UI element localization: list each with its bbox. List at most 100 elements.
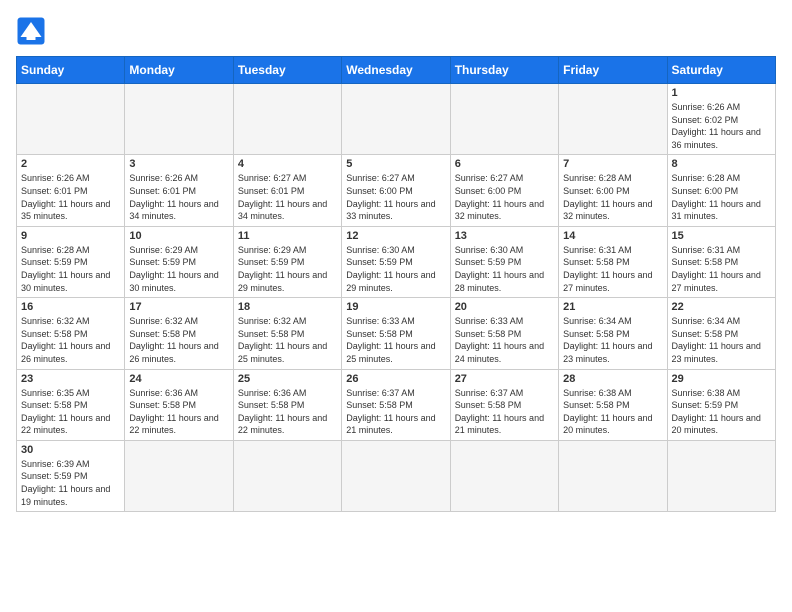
- day-info: Sunrise: 6:27 AM Sunset: 6:01 PM Dayligh…: [238, 172, 337, 222]
- calendar-cell: [233, 440, 341, 511]
- calendar-week-6: 30Sunrise: 6:39 AM Sunset: 5:59 PM Dayli…: [17, 440, 776, 511]
- calendar-cell: 2 Sunrise: 6:26 AM Sunset: 6:01 PM Daylig…: [17, 155, 125, 226]
- calendar-cell: [125, 440, 233, 511]
- day-number: 21: [563, 301, 662, 313]
- calendar-cell: 11 Sunrise: 6:29 AM Sunset: 5:59 PM Dayli…: [233, 226, 341, 297]
- calendar-cell: 19Sunrise: 6:33 AM Sunset: 5:58 PM Dayli…: [342, 298, 450, 369]
- column-header-wednesday: Wednesday: [342, 57, 450, 84]
- day-number: 24: [129, 373, 228, 385]
- day-info: Sunrise: 6:27 AM Sunset: 6:00 PM Dayligh…: [455, 172, 554, 222]
- calendar-cell: 13 Sunrise: 6:30 AM Sunset: 5:59 PM Dayli…: [450, 226, 558, 297]
- day-info: Sunrise: 6:33 AM Sunset: 5:58 PM Dayligh…: [455, 315, 554, 365]
- calendar-cell: 18Sunrise: 6:32 AM Sunset: 5:58 PM Dayli…: [233, 298, 341, 369]
- calendar-cell: [450, 84, 558, 155]
- calendar-cell: [450, 440, 558, 511]
- calendar-cell: 20 Sunrise: 6:33 AM Sunset: 5:58 PM Dayli…: [450, 298, 558, 369]
- day-info: Sunrise: 6:34 AM Sunset: 5:58 PM Dayligh…: [563, 315, 662, 365]
- calendar-table: SundayMondayTuesdayWednesdayThursdayFrid…: [16, 56, 776, 512]
- day-info: Sunrise: 6:27 AM Sunset: 6:00 PM Dayligh…: [346, 172, 445, 222]
- day-number: 9: [21, 230, 120, 242]
- day-info: Sunrise: 6:36 AM Sunset: 5:58 PM Dayligh…: [129, 387, 228, 437]
- day-number: 13: [455, 230, 554, 242]
- calendar-week-1: 1 Sunrise: 6:26 AM Sunset: 6:02 PM Daylig…: [17, 84, 776, 155]
- calendar-week-3: 9Sunrise: 6:28 AM Sunset: 5:59 PM Daylig…: [17, 226, 776, 297]
- day-number: 7: [563, 158, 662, 170]
- day-number: 1: [672, 87, 771, 99]
- column-header-sunday: Sunday: [17, 57, 125, 84]
- day-info: Sunrise: 6:26 AM Sunset: 6:02 PM Dayligh…: [672, 101, 771, 151]
- calendar-cell: 3 Sunrise: 6:26 AM Sunset: 6:01 PM Daylig…: [125, 155, 233, 226]
- calendar-cell: 24 Sunrise: 6:36 AM Sunset: 5:58 PM Dayli…: [125, 369, 233, 440]
- header: [16, 16, 776, 46]
- day-number: 15: [672, 230, 771, 242]
- day-info: Sunrise: 6:34 AM Sunset: 5:58 PM Dayligh…: [672, 315, 771, 365]
- day-info: Sunrise: 6:31 AM Sunset: 5:58 PM Dayligh…: [563, 244, 662, 294]
- calendar-cell: 22 Sunrise: 6:34 AM Sunset: 5:58 PM Dayli…: [667, 298, 775, 369]
- calendar-cell: 27 Sunrise: 6:37 AM Sunset: 5:58 PM Dayli…: [450, 369, 558, 440]
- calendar-cell: 26 Sunrise: 6:37 AM Sunset: 5:58 PM Dayli…: [342, 369, 450, 440]
- day-info: Sunrise: 6:31 AM Sunset: 5:58 PM Dayligh…: [672, 244, 771, 294]
- day-number: 22: [672, 301, 771, 313]
- calendar-cell: 4 Sunrise: 6:27 AM Sunset: 6:01 PM Daylig…: [233, 155, 341, 226]
- day-info: Sunrise: 6:26 AM Sunset: 6:01 PM Dayligh…: [21, 172, 120, 222]
- day-info: Sunrise: 6:30 AM Sunset: 5:59 PM Dayligh…: [455, 244, 554, 294]
- calendar-cell: 14 Sunrise: 6:31 AM Sunset: 5:58 PM Dayli…: [559, 226, 667, 297]
- day-info: Sunrise: 6:29 AM Sunset: 5:59 PM Dayligh…: [238, 244, 337, 294]
- column-header-friday: Friday: [559, 57, 667, 84]
- calendar-cell: [342, 84, 450, 155]
- calendar-cell: 12 Sunrise: 6:30 AM Sunset: 5:59 PM Dayli…: [342, 226, 450, 297]
- day-number: 6: [455, 158, 554, 170]
- calendar-cell: 15 Sunrise: 6:31 AM Sunset: 5:58 PM Dayli…: [667, 226, 775, 297]
- calendar-cell: 1 Sunrise: 6:26 AM Sunset: 6:02 PM Daylig…: [667, 84, 775, 155]
- day-number: 18: [238, 301, 337, 313]
- calendar-cell: 7Sunrise: 6:28 AM Sunset: 6:00 PM Daylig…: [559, 155, 667, 226]
- day-info: Sunrise: 6:38 AM Sunset: 5:59 PM Dayligh…: [672, 387, 771, 437]
- calendar-cell: 8 Sunrise: 6:28 AM Sunset: 6:00 PM Daylig…: [667, 155, 775, 226]
- day-info: Sunrise: 6:29 AM Sunset: 5:59 PM Dayligh…: [129, 244, 228, 294]
- calendar-cell: 9Sunrise: 6:28 AM Sunset: 5:59 PM Daylig…: [17, 226, 125, 297]
- day-number: 3: [129, 158, 228, 170]
- column-header-monday: Monday: [125, 57, 233, 84]
- day-number: 14: [563, 230, 662, 242]
- column-header-thursday: Thursday: [450, 57, 558, 84]
- day-number: 23: [21, 373, 120, 385]
- calendar-cell: 21 Sunrise: 6:34 AM Sunset: 5:58 PM Dayli…: [559, 298, 667, 369]
- calendar-week-5: 23 Sunrise: 6:35 AM Sunset: 5:58 PM Dayli…: [17, 369, 776, 440]
- logo-icon: [16, 16, 46, 46]
- day-number: 12: [346, 230, 445, 242]
- day-info: Sunrise: 6:35 AM Sunset: 5:58 PM Dayligh…: [21, 387, 120, 437]
- calendar-cell: [342, 440, 450, 511]
- calendar-cell: 23 Sunrise: 6:35 AM Sunset: 5:58 PM Dayli…: [17, 369, 125, 440]
- day-number: 8: [672, 158, 771, 170]
- calendar-cell: 17Sunrise: 6:32 AM Sunset: 5:58 PM Dayli…: [125, 298, 233, 369]
- day-number: 19: [346, 301, 445, 313]
- calendar-cell: 10 Sunrise: 6:29 AM Sunset: 5:59 PM Dayli…: [125, 226, 233, 297]
- calendar-cell: [667, 440, 775, 511]
- day-info: Sunrise: 6:28 AM Sunset: 6:00 PM Dayligh…: [672, 172, 771, 222]
- day-number: 27: [455, 373, 554, 385]
- day-number: 26: [346, 373, 445, 385]
- day-info: Sunrise: 6:30 AM Sunset: 5:59 PM Dayligh…: [346, 244, 445, 294]
- day-info: Sunrise: 6:32 AM Sunset: 5:58 PM Dayligh…: [21, 315, 120, 365]
- calendar-cell: [125, 84, 233, 155]
- calendar-cell: 30Sunrise: 6:39 AM Sunset: 5:59 PM Dayli…: [17, 440, 125, 511]
- day-info: Sunrise: 6:26 AM Sunset: 6:01 PM Dayligh…: [129, 172, 228, 222]
- day-info: Sunrise: 6:32 AM Sunset: 5:58 PM Dayligh…: [129, 315, 228, 365]
- day-number: 10: [129, 230, 228, 242]
- day-info: Sunrise: 6:38 AM Sunset: 5:58 PM Dayligh…: [563, 387, 662, 437]
- day-number: 11: [238, 230, 337, 242]
- calendar-cell: 6 Sunrise: 6:27 AM Sunset: 6:00 PM Daylig…: [450, 155, 558, 226]
- calendar-cell: [233, 84, 341, 155]
- day-number: 30: [21, 444, 120, 456]
- day-number: 4: [238, 158, 337, 170]
- day-number: 2: [21, 158, 120, 170]
- calendar-cell: 29Sunrise: 6:38 AM Sunset: 5:59 PM Dayli…: [667, 369, 775, 440]
- calendar-cell: 16 Sunrise: 6:32 AM Sunset: 5:58 PM Dayli…: [17, 298, 125, 369]
- day-number: 16: [21, 301, 120, 313]
- calendar-cell: 28Sunrise: 6:38 AM Sunset: 5:58 PM Dayli…: [559, 369, 667, 440]
- day-number: 5: [346, 158, 445, 170]
- day-number: 20: [455, 301, 554, 313]
- day-info: Sunrise: 6:37 AM Sunset: 5:58 PM Dayligh…: [346, 387, 445, 437]
- day-info: Sunrise: 6:37 AM Sunset: 5:58 PM Dayligh…: [455, 387, 554, 437]
- column-header-tuesday: Tuesday: [233, 57, 341, 84]
